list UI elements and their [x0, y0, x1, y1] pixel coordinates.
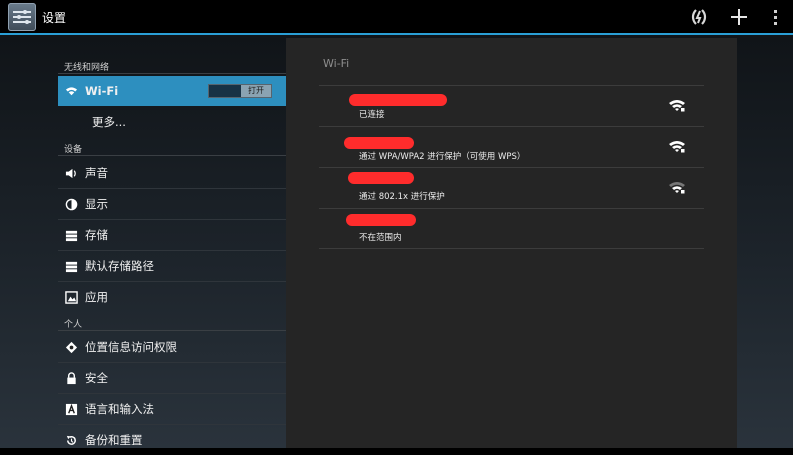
sidebar-item-label: 语言和输入法 [85, 402, 154, 416]
action-bar: 设置 [0, 0, 793, 35]
toggle-on-label: 打开 [241, 85, 271, 97]
network-item[interactable]: 通过 WPA/WPA2 进行保护（可使用 WPS） [319, 127, 704, 167]
add-network-button[interactable] [729, 7, 749, 27]
section-header-personal: 个人 [64, 320, 83, 330]
wifi-detail-pane: Wi-Fi 已连接 通过 WPA/WPA2 进行保护（可使用 WPS） 通过 8… [286, 38, 737, 448]
network-status: 通过 802.1x 进行保护 [359, 192, 445, 202]
sidebar-item-label: Wi-Fi [85, 84, 119, 98]
divider [58, 330, 286, 331]
wifi-signal-strong-icon [668, 99, 686, 113]
add-icon [731, 9, 747, 25]
sidebar-item-wifi[interactable]: Wi-Fi 打开 [58, 76, 286, 106]
sidebar-item-storage[interactable]: 存储 [58, 220, 286, 250]
divider [58, 155, 286, 156]
redacted-ssid [344, 137, 414, 149]
overflow-menu-icon [774, 10, 777, 25]
sidebar-item-label: 显示 [85, 197, 108, 211]
sidebar-item-location[interactable]: 位置信息访问权限 [58, 332, 286, 362]
network-status: 不在范围内 [359, 233, 402, 243]
sidebar-item-label: 存储 [85, 228, 108, 242]
wifi-signal-medium-icon [668, 181, 686, 195]
sidebar-item-label: 应用 [85, 290, 108, 304]
settings-list: 无线和网络 Wi-Fi 打开 更多... 设备 声音 显示 存储 默认存储路径 … [58, 35, 286, 448]
wifi-signal-strong-icon [668, 140, 686, 154]
storage-icon [64, 228, 78, 242]
volume-icon [64, 166, 78, 180]
network-item[interactable]: 不在范围内 [319, 209, 704, 249]
sidebar-item-language-input[interactable]: 语言和输入法 [58, 394, 286, 424]
sidebar-item-apps[interactable]: 应用 [58, 282, 286, 312]
display-icon [64, 197, 78, 211]
network-status: 通过 WPA/WPA2 进行保护（可使用 WPS） [359, 152, 526, 162]
sidebar-item-label: 声音 [85, 166, 108, 180]
redacted-ssid [349, 94, 447, 106]
overflow-menu-button[interactable] [769, 7, 783, 27]
storage-path-icon [64, 259, 78, 273]
sidebar-item-sound[interactable]: 声音 [58, 158, 286, 188]
sidebar-item-default-storage-path[interactable]: 默认存储路径 [58, 251, 286, 281]
redacted-ssid [346, 214, 416, 226]
page-title: 设置 [42, 11, 67, 25]
wps-button[interactable] [689, 7, 709, 27]
network-status: 已连接 [359, 110, 385, 120]
sidebar-item-display[interactable]: 显示 [58, 189, 286, 219]
sidebar-item-label: 备份和重置 [85, 433, 143, 447]
settings-app-icon[interactable] [8, 3, 36, 31]
sidebar-item-backup-reset[interactable]: 备份和重置 [58, 425, 286, 455]
wps-icon [691, 9, 707, 25]
section-header-device: 设备 [64, 145, 83, 155]
divider [58, 73, 286, 74]
sidebar-item-security[interactable]: 安全 [58, 363, 286, 393]
sidebar-item-label: 更多... [92, 115, 126, 129]
wifi-toggle-switch[interactable]: 打开 [208, 84, 272, 98]
apps-icon [64, 290, 78, 304]
sidebar-item-label: 安全 [85, 371, 108, 385]
location-icon [64, 340, 78, 354]
divider [319, 248, 704, 249]
network-item[interactable]: 通过 802.1x 进行保护 [319, 168, 704, 208]
redacted-ssid [348, 172, 414, 184]
backup-icon [64, 433, 78, 447]
sidebar-item-more[interactable]: 更多... [58, 107, 286, 137]
wifi-icon [64, 84, 78, 98]
sidebar-item-label: 默认存储路径 [85, 259, 154, 273]
sidebar-item-label: 位置信息访问权限 [85, 340, 177, 354]
network-item[interactable]: 已连接 [319, 86, 704, 126]
language-icon [64, 402, 78, 416]
lock-icon [64, 371, 78, 385]
section-header-wireless: 无线和网络 [64, 63, 110, 73]
pane-title: Wi-Fi [323, 57, 350, 70]
toggle-off-area [209, 85, 241, 97]
